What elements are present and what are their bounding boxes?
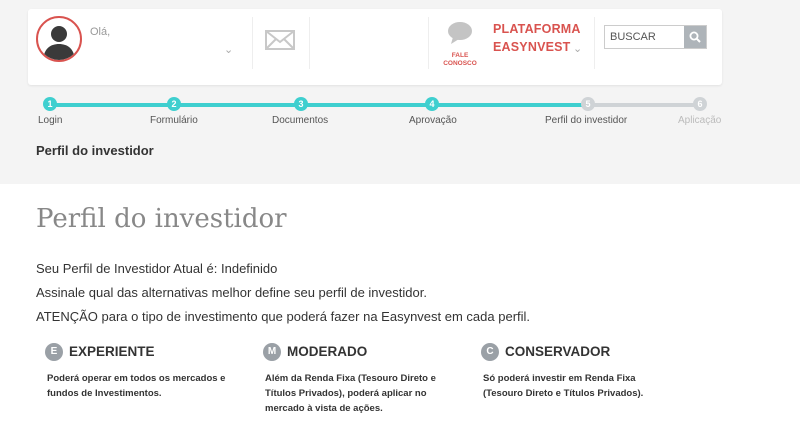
step-6-label: Aplicação (678, 115, 722, 126)
instruction-text: Assinale qual das alternativas melhor de… (36, 285, 427, 300)
top-area: Olá, ⌄ FALE CONOSCO PLATAFORMA EASYNVEST… (0, 0, 800, 184)
divider (428, 17, 429, 69)
platform-chevron-down-icon[interactable]: ⌄ (573, 42, 582, 55)
step-5-label: Perfil do investidor (545, 115, 628, 126)
profile-name: MODERADO (287, 344, 368, 359)
step-5-dot: 5 (581, 97, 595, 111)
greeting-text: Olá, (90, 26, 111, 38)
divider (594, 17, 595, 69)
step-4-label: Aprovação (409, 115, 457, 126)
step-1-label: Login (38, 115, 63, 126)
search-button[interactable] (684, 26, 706, 48)
profile-name: CONSERVADOR (505, 344, 611, 359)
platform-menu[interactable]: PLATAFORMA EASYNVEST (493, 20, 581, 56)
user-menu-chevron-down-icon[interactable]: ⌄ (224, 43, 233, 56)
search-input[interactable] (605, 26, 685, 48)
contact-button[interactable]: FALE CONOSCO (443, 21, 477, 68)
stepper-track-complete (50, 103, 588, 107)
divider (252, 17, 253, 69)
step-2-dot: 2 (167, 97, 181, 111)
stepper-track-pending (588, 103, 700, 107)
platform-label-line1: PLATAFORMA (493, 22, 581, 36)
page-title: Perfil do investidor (36, 204, 287, 234)
step-1-dot: 1 (43, 97, 57, 111)
mail-icon[interactable] (265, 30, 295, 55)
user-silhouette-icon (43, 26, 75, 60)
profile-description: Só poderá investir em Renda Fixa (Tesour… (483, 373, 644, 399)
search-icon (689, 31, 701, 43)
moderado-badge-icon: M (263, 343, 281, 361)
conservador-badge-icon: C (481, 343, 499, 361)
search-box (604, 25, 707, 49)
contact-label-line2: CONOSCO (443, 60, 477, 67)
experiente-badge-icon: E (45, 343, 63, 361)
step-3-dot: 3 (294, 97, 308, 111)
step-4-dot: 4 (425, 97, 439, 111)
profile-description: Além da Renda Fixa (Tesouro Direto e Tít… (265, 373, 436, 414)
profile-name: EXPERIENTE (69, 344, 155, 359)
step-2-label: Formulário (150, 115, 198, 126)
avatar[interactable] (36, 16, 82, 62)
step-6-dot: 6 (693, 97, 707, 111)
progress-stepper: 1 2 3 4 5 6 Login Formulário Documentos … (0, 95, 800, 135)
current-step-title: Perfil do investidor (36, 143, 154, 158)
current-profile-text: Seu Perfil de Investidor Atual é: Indefi… (36, 261, 278, 276)
step-3-label: Documentos (272, 115, 329, 126)
profile-description: Poderá operar em todos os mercados e fun… (47, 373, 226, 399)
chat-bubble-icon (448, 22, 472, 44)
divider (309, 17, 310, 69)
platform-label-line2: EASYNVEST (493, 40, 571, 54)
header-bar: Olá, ⌄ FALE CONOSCO PLATAFORMA EASYNVEST… (28, 9, 722, 85)
contact-label-line1: FALE (451, 52, 469, 59)
attention-text: ATENÇÃO para o tipo de investimento que … (36, 309, 531, 324)
